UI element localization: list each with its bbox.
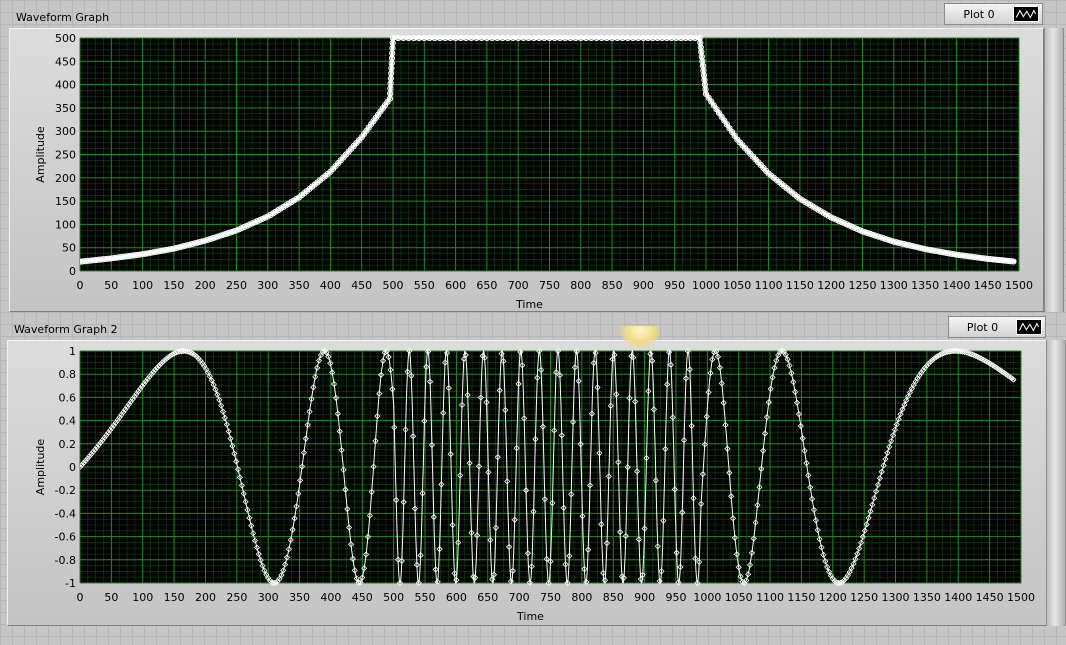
x-tick-label: 1100 xyxy=(756,591,784,604)
x-tick-label: 1250 xyxy=(849,279,877,292)
x-tick-label: 1050 xyxy=(723,279,751,292)
y-tick-label: -0.2 xyxy=(55,484,76,497)
y-tick-label: 100 xyxy=(55,218,76,231)
x-tick-label: 600 xyxy=(446,591,467,604)
y-tick-label: 0 xyxy=(69,265,76,278)
x-tick-label: 300 xyxy=(258,591,279,604)
x-tick-label: 950 xyxy=(664,279,685,292)
x-axis-title: Time xyxy=(515,298,543,311)
graph2-plot: 0 50 100 150 200 250 300 350 400 450 500 550 600 650 7… xyxy=(34,345,1035,623)
x-tick-label: 1500 xyxy=(1007,591,1035,604)
x-tick-label: 150 xyxy=(164,591,185,604)
y-tick-label: 500 xyxy=(55,32,76,45)
x-tick-label: 1000 xyxy=(693,591,721,604)
y-axis-title: Amplitude xyxy=(34,439,47,496)
x-tick-label: 200 xyxy=(195,279,216,292)
y-tick-label: 350 xyxy=(55,102,76,115)
x-tick-label: 900 xyxy=(633,279,654,292)
y-axis-title: Amplitude xyxy=(34,126,47,183)
x-tick-label: 1300 xyxy=(882,591,910,604)
x-tick-label: 700 xyxy=(508,279,529,292)
x-tick-label: 750 xyxy=(540,591,561,604)
x-tick-label: 250 xyxy=(226,279,247,292)
y-tick-label: -0.8 xyxy=(55,554,76,567)
x-tick-label: 850 xyxy=(602,279,623,292)
x-tick-label: 1400 xyxy=(944,591,972,604)
y-tick-label: 150 xyxy=(55,195,76,208)
y-tick-label: 1 xyxy=(69,345,76,358)
x-tick-label: 1200 xyxy=(817,279,845,292)
x-tick-label: 850 xyxy=(603,591,624,604)
y-tick-label: 0.8 xyxy=(59,368,77,381)
x-tick-label: 0 xyxy=(77,279,84,292)
x-tick-label: 400 xyxy=(320,279,341,292)
x-tick-label: 1150 xyxy=(786,279,814,292)
x-tick-label: 550 xyxy=(414,279,435,292)
x-tick-label: 0 xyxy=(77,591,84,604)
y-tick-label: 250 xyxy=(55,149,76,162)
x-tick-label: 450 xyxy=(352,591,373,604)
y-tick-label: 0.4 xyxy=(59,415,77,428)
waveform-charts: 0 50 100 150 200 250 300 350 400 450 500 550 600 650 7… xyxy=(34,32,1035,623)
x-tick-label: 150 xyxy=(163,279,184,292)
x-tick-label: 1250 xyxy=(850,591,878,604)
x-tick-label: 1050 xyxy=(725,591,753,604)
x-tick-label: 50 xyxy=(104,279,118,292)
x-tick-label: 800 xyxy=(570,279,591,292)
x-tick-label: 1500 xyxy=(1005,279,1033,292)
x-tick-label: 800 xyxy=(571,591,592,604)
x-tick-label: 550 xyxy=(415,591,436,604)
y-tick-label: 0.6 xyxy=(59,391,77,404)
x-tick-label: 350 xyxy=(289,591,310,604)
y-tick-label: -1 xyxy=(65,577,76,590)
x-tick-label: 1450 xyxy=(974,279,1002,292)
x-tick-label: 250 xyxy=(226,591,247,604)
x-tick-label: 950 xyxy=(665,591,686,604)
y-tick-label: 50 xyxy=(62,242,76,255)
x-tick-label: 600 xyxy=(445,279,466,292)
x-tick-label: 1300 xyxy=(880,279,908,292)
x-tick-label: 500 xyxy=(383,591,404,604)
x-tick-label: 1200 xyxy=(819,591,847,604)
x-tick-label: 100 xyxy=(132,591,153,604)
x-tick-label: 1350 xyxy=(913,591,941,604)
y-tick-label: -0.6 xyxy=(55,531,76,544)
y-tick-label: 300 xyxy=(55,125,76,138)
x-tick-label: 50 xyxy=(104,591,118,604)
x-tick-label: 1350 xyxy=(911,279,939,292)
x-tick-label: 650 xyxy=(477,591,498,604)
y-tick-label: 400 xyxy=(55,79,76,92)
y-tick-label: -0.4 xyxy=(55,507,76,520)
x-tick-label: 400 xyxy=(320,591,341,604)
x-tick-label: 1000 xyxy=(692,279,720,292)
x-tick-label: 450 xyxy=(351,279,372,292)
y-tick-label: 0.2 xyxy=(59,438,77,451)
x-tick-label: 1450 xyxy=(976,591,1004,604)
y-tick-label: 450 xyxy=(55,55,76,68)
x-axis-title: Time xyxy=(516,610,544,623)
x-tick-label: 500 xyxy=(383,279,404,292)
y-tick-label: 200 xyxy=(55,172,76,185)
x-tick-label: 700 xyxy=(509,591,530,604)
graph1-plot: 0 50 100 150 200 250 300 350 400 450 500 550 600 650 7… xyxy=(34,32,1033,311)
x-tick-label: 200 xyxy=(195,591,216,604)
x-tick-label: 1150 xyxy=(787,591,815,604)
x-tick-label: 650 xyxy=(476,279,497,292)
x-tick-label: 1400 xyxy=(942,279,970,292)
x-tick-label: 300 xyxy=(257,279,278,292)
y-tick-label: 0 xyxy=(69,461,76,474)
x-tick-label: 350 xyxy=(289,279,310,292)
x-tick-label: 1100 xyxy=(755,279,783,292)
x-tick-label: 750 xyxy=(539,279,560,292)
x-tick-label: 100 xyxy=(132,279,153,292)
x-tick-label: 900 xyxy=(634,591,655,604)
